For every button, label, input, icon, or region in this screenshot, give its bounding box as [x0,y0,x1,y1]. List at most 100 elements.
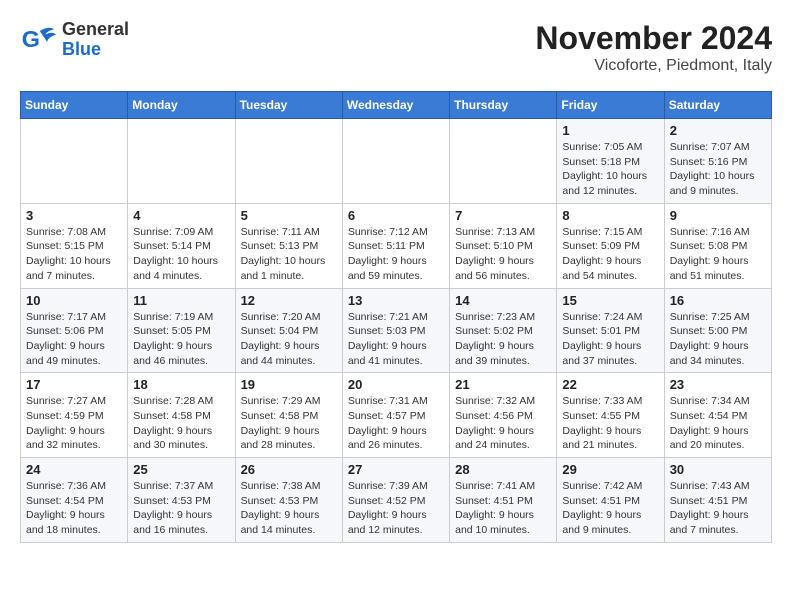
day-cell: 25 Sunrise: 7:37 AMSunset: 4:53 PMDayligh… [128,458,235,543]
day-number: 18 [133,377,229,392]
day-cell: 24 Sunrise: 7:36 AMSunset: 4:54 PMDayligh… [21,458,128,543]
day-cell: 27 Sunrise: 7:39 AMSunset: 4:52 PMDayligh… [342,458,449,543]
day-info: Sunrise: 7:21 AMSunset: 5:03 PMDaylight:… [348,310,444,369]
day-info: Sunrise: 7:37 AMSunset: 4:53 PMDaylight:… [133,479,229,538]
day-number: 25 [133,462,229,477]
day-cell: 1Sunrise: 7:05 AMSunset: 5:18 PMDaylight… [557,119,664,204]
day-info: Sunrise: 7:31 AMSunset: 4:57 PMDaylight:… [348,394,444,453]
day-info: Sunrise: 7:15 AMSunset: 5:09 PMDaylight:… [562,225,658,284]
header-day-thursday: Thursday [450,92,557,119]
day-info: Sunrise: 7:39 AMSunset: 4:52 PMDaylight:… [348,479,444,538]
day-number: 26 [241,462,337,477]
day-number: 10 [26,293,122,308]
day-cell: 3Sunrise: 7:08 AMSunset: 5:15 PMDaylight… [21,203,128,288]
logo-icon: G [20,22,56,58]
day-cell: 4Sunrise: 7:09 AMSunset: 5:14 PMDaylight… [128,203,235,288]
header-day-tuesday: Tuesday [235,92,342,119]
day-number: 12 [241,293,337,308]
day-info: Sunrise: 7:28 AMSunset: 4:58 PMDaylight:… [133,394,229,453]
day-info: Sunrise: 7:20 AMSunset: 5:04 PMDaylight:… [241,310,337,369]
day-number: 22 [562,377,658,392]
day-cell [235,119,342,204]
page-header: G General Blue November 2024 Vicoforte, … [20,20,772,75]
day-info: Sunrise: 7:34 AMSunset: 4:54 PMDaylight:… [670,394,766,453]
day-info: Sunrise: 7:19 AMSunset: 5:05 PMDaylight:… [133,310,229,369]
day-cell: 20 Sunrise: 7:31 AMSunset: 4:57 PMDayligh… [342,373,449,458]
page-subtitle: Vicoforte, Piedmont, Italy [535,57,772,75]
day-cell [21,119,128,204]
logo: G General Blue [20,20,129,60]
day-cell: 15 Sunrise: 7:24 AMSunset: 5:01 PMDayligh… [557,288,664,373]
day-info: Sunrise: 7:07 AMSunset: 5:16 PMDaylight:… [670,140,766,199]
week-row-4: 17 Sunrise: 7:27 AMSunset: 4:59 PMDayligh… [21,373,772,458]
day-number: 8 [562,208,658,223]
day-cell: 30Sunrise: 7:43 AMSunset: 4:51 PMDayligh… [664,458,771,543]
day-cell [450,119,557,204]
day-number: 13 [348,293,444,308]
day-cell: 21 Sunrise: 7:32 AMSunset: 4:56 PMDayligh… [450,373,557,458]
day-number: 23 [670,377,766,392]
calendar-table: SundayMondayTuesdayWednesdayThursdayFrid… [20,91,772,543]
day-cell: 18 Sunrise: 7:28 AMSunset: 4:58 PMDayligh… [128,373,235,458]
day-number: 7 [455,208,551,223]
day-info: Sunrise: 7:17 AMSunset: 5:06 PMDaylight:… [26,310,122,369]
day-cell: 13 Sunrise: 7:21 AMSunset: 5:03 PMDayligh… [342,288,449,373]
header-day-wednesday: Wednesday [342,92,449,119]
day-number: 15 [562,293,658,308]
day-cell: 17 Sunrise: 7:27 AMSunset: 4:59 PMDayligh… [21,373,128,458]
day-info: Sunrise: 7:33 AMSunset: 4:55 PMDaylight:… [562,394,658,453]
header-day-saturday: Saturday [664,92,771,119]
day-info: Sunrise: 7:24 AMSunset: 5:01 PMDaylight:… [562,310,658,369]
day-number: 30 [670,462,766,477]
week-row-5: 24 Sunrise: 7:36 AMSunset: 4:54 PMDayligh… [21,458,772,543]
day-cell: 2Sunrise: 7:07 AMSunset: 5:16 PMDaylight… [664,119,771,204]
svg-text:G: G [22,26,40,52]
day-info: Sunrise: 7:27 AMSunset: 4:59 PMDaylight:… [26,394,122,453]
day-number: 29 [562,462,658,477]
header-day-monday: Monday [128,92,235,119]
day-info: Sunrise: 7:05 AMSunset: 5:18 PMDaylight:… [562,140,658,199]
day-cell: 8 Sunrise: 7:15 AMSunset: 5:09 PMDaylight… [557,203,664,288]
day-cell: 22 Sunrise: 7:33 AMSunset: 4:55 PMDayligh… [557,373,664,458]
day-info: Sunrise: 7:16 AMSunset: 5:08 PMDaylight:… [670,225,766,284]
day-number: 11 [133,293,229,308]
day-cell: 29Sunrise: 7:42 AMSunset: 4:51 PMDayligh… [557,458,664,543]
week-row-1: 1Sunrise: 7:05 AMSunset: 5:18 PMDaylight… [21,119,772,204]
day-cell: 26 Sunrise: 7:38 AMSunset: 4:53 PMDayligh… [235,458,342,543]
header-day-sunday: Sunday [21,92,128,119]
day-number: 20 [348,377,444,392]
day-info: Sunrise: 7:23 AMSunset: 5:02 PMDaylight:… [455,310,551,369]
day-number: 21 [455,377,551,392]
day-cell: 10 Sunrise: 7:17 AMSunset: 5:06 PMDayligh… [21,288,128,373]
day-cell: 5Sunrise: 7:11 AMSunset: 5:13 PMDaylight… [235,203,342,288]
day-cell [128,119,235,204]
day-info: Sunrise: 7:38 AMSunset: 4:53 PMDaylight:… [241,479,337,538]
day-number: 4 [133,208,229,223]
day-number: 14 [455,293,551,308]
day-cell: 19Sunrise: 7:29 AMSunset: 4:58 PMDayligh… [235,373,342,458]
day-info: Sunrise: 7:12 AMSunset: 5:11 PMDaylight:… [348,225,444,284]
day-cell: 7 Sunrise: 7:13 AMSunset: 5:10 PMDaylight… [450,203,557,288]
day-number: 6 [348,208,444,223]
day-number: 5 [241,208,337,223]
day-info: Sunrise: 7:13 AMSunset: 5:10 PMDaylight:… [455,225,551,284]
day-cell: 9 Sunrise: 7:16 AMSunset: 5:08 PMDaylight… [664,203,771,288]
day-cell: 23 Sunrise: 7:34 AMSunset: 4:54 PMDayligh… [664,373,771,458]
day-number: 17 [26,377,122,392]
day-info: Sunrise: 7:08 AMSunset: 5:15 PMDaylight:… [26,225,122,284]
calendar-header: SundayMondayTuesdayWednesdayThursdayFrid… [21,92,772,119]
title-block: November 2024 Vicoforte, Piedmont, Italy [535,20,772,75]
day-info: Sunrise: 7:36 AMSunset: 4:54 PMDaylight:… [26,479,122,538]
page-title: November 2024 [535,20,772,57]
day-info: Sunrise: 7:32 AMSunset: 4:56 PMDaylight:… [455,394,551,453]
logo-text: General Blue [62,20,129,60]
day-cell: 14 Sunrise: 7:23 AMSunset: 5:02 PMDayligh… [450,288,557,373]
day-number: 27 [348,462,444,477]
day-cell: 16Sunrise: 7:25 AMSunset: 5:00 PMDayligh… [664,288,771,373]
day-number: 24 [26,462,122,477]
day-cell [342,119,449,204]
day-info: Sunrise: 7:41 AMSunset: 4:51 PMDaylight:… [455,479,551,538]
day-number: 28 [455,462,551,477]
day-cell: 11 Sunrise: 7:19 AMSunset: 5:05 PMDayligh… [128,288,235,373]
day-number: 9 [670,208,766,223]
